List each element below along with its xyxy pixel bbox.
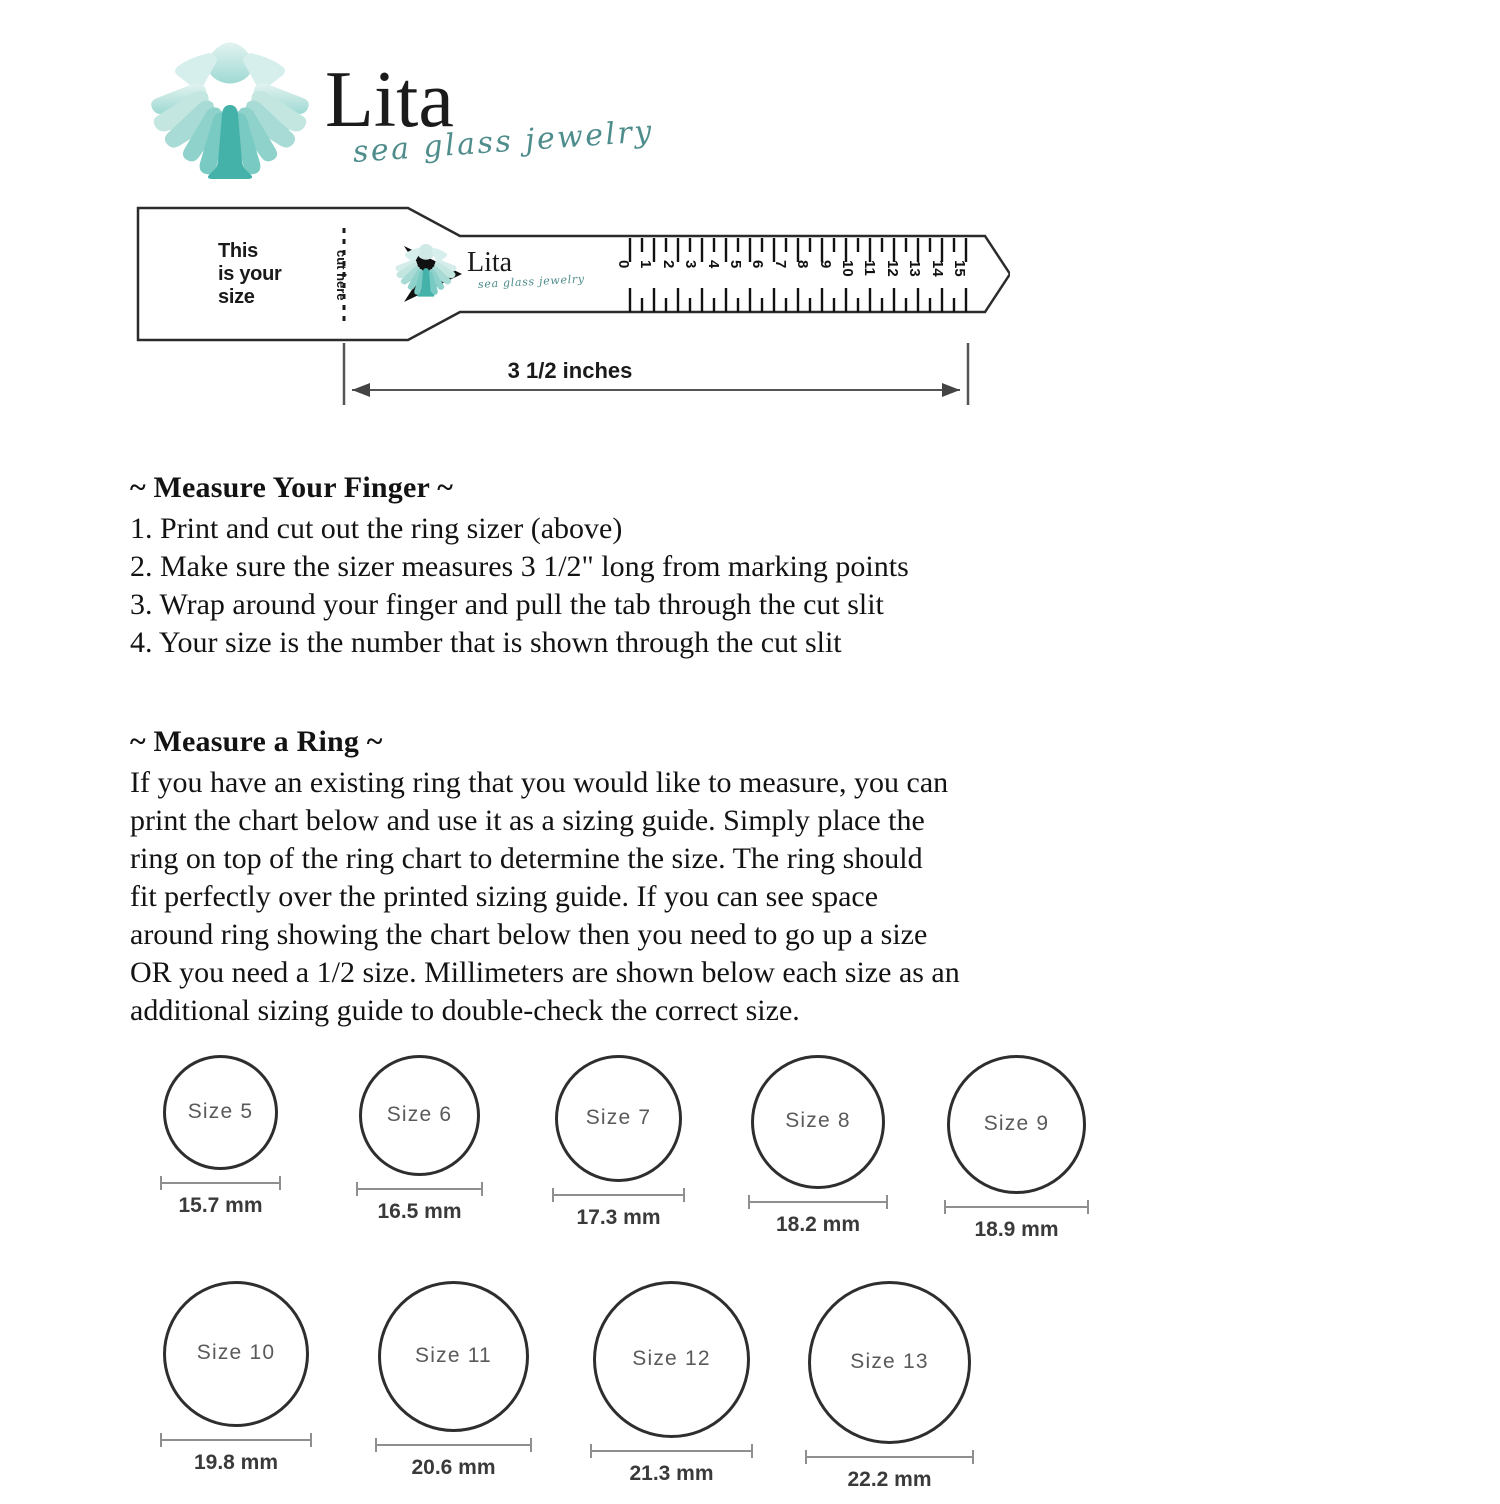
sizer-tab-line-3: size <box>218 286 255 308</box>
ruler-number: 0 <box>615 260 632 269</box>
ruler-number: 15 <box>951 260 968 277</box>
ring-size-item: Size 5 15.7 mm <box>155 1055 286 1230</box>
instruction-step: 2. Make sure the sizer measures 3 1/2" l… <box>130 550 909 583</box>
ring-size-item: Size 10 19.8 mm <box>155 1281 317 1487</box>
body-line: additional sizing guide to double-check … <box>130 994 800 1027</box>
ring-size-item: Size 9 18.9 mm <box>939 1055 1094 1254</box>
ring-dimension-bar <box>552 1188 685 1202</box>
body-line: OR you need a 1/2 size. Millimeters are … <box>130 956 960 989</box>
brand-logo-block: Lita sea glass jewelry <box>150 35 670 200</box>
ring-size-item: Size 12 21.3 mm <box>585 1281 758 1498</box>
ring-diameter-mm: 22.2 mm <box>847 1468 932 1491</box>
dimension-line <box>375 1444 532 1446</box>
ring-size-label: Size 11 <box>415 1344 492 1367</box>
ruler-number: 7 <box>771 260 789 269</box>
dimension-cap-right <box>310 1433 312 1447</box>
sizer-tab-line-2: is your <box>218 263 282 285</box>
ruler-number: 11 <box>861 260 879 276</box>
ring-size-label: Size 12 <box>632 1347 711 1370</box>
ruler-number: 3 <box>682 260 700 269</box>
brand-wordmark: Lita sea glass jewelry <box>325 57 665 197</box>
ring-sizer-diagram: This is your size cut here Lita sea glas… <box>130 200 1010 415</box>
ring-dimension-bar <box>356 1182 483 1196</box>
ruler-number: 14 <box>928 260 946 277</box>
section-heading: ~ Measure a Ring ~ <box>130 725 383 758</box>
dimension-cap-right <box>972 1450 974 1464</box>
dimension-cap-right <box>481 1182 483 1196</box>
body-line: around ring showing the chart below then… <box>130 918 928 951</box>
ring-size-item: Size 13 22.2 mm <box>800 1281 979 1504</box>
ring-size-item: Size 7 17.3 mm <box>547 1055 690 1242</box>
ruler-number: 4 <box>704 260 722 269</box>
ruler-number: 12 <box>883 260 901 277</box>
ring-dimension-bar <box>944 1200 1089 1214</box>
ring-size-label: Size 5 <box>187 1100 254 1123</box>
dimension-cap-right <box>1087 1200 1089 1214</box>
ring-diameter-mm: 15.7 mm <box>178 1194 263 1217</box>
ring-dimension-bar <box>805 1450 974 1464</box>
ring-diameter-mm: 17.3 mm <box>576 1206 661 1229</box>
ring-size-label: Size 10 <box>196 1341 276 1364</box>
ring-size-label: Size 7 <box>585 1106 652 1129</box>
body-line: fit perfectly over the printed sizing gu… <box>130 880 879 913</box>
ring-size-label: Size 6 <box>386 1103 453 1126</box>
section-measure-a-ring: ~ Measure a Ring ~ If you have an existi… <box>130 722 1090 1030</box>
ring-diameter-mm: 18.2 mm <box>775 1213 861 1236</box>
dimension-line <box>748 1201 888 1203</box>
sizer-tab-line-1: This <box>218 240 258 262</box>
cut-here-label: cut here <box>334 250 349 301</box>
section-measure-your-finger: ~ Measure Your Finger ~ 1. Print and cut… <box>130 468 1090 662</box>
ruler-number: 6 <box>749 260 767 269</box>
dimension-line <box>805 1456 974 1458</box>
ruler-number: 2 <box>659 260 677 269</box>
scallop-shell-icon <box>150 35 310 185</box>
ring-size-label: Size 9 <box>983 1112 1050 1135</box>
ring-diameter-mm: 19.8 mm <box>193 1451 279 1474</box>
scallop-shell-icon-small <box>395 241 457 299</box>
section-heading: ~ Measure Your Finger ~ <box>130 471 453 504</box>
sizer-brand-name: Lita <box>467 247 513 278</box>
sizer-tab-instruction: This is your size <box>218 240 282 309</box>
ruler-number: 8 <box>794 260 812 269</box>
instruction-step: 1. Print and cut out the ring sizer (abo… <box>130 512 623 545</box>
instruction-step: 4. Your size is the number that is shown… <box>130 626 842 659</box>
body-line: If you have an existing ring that you wo… <box>130 766 949 799</box>
ring-dimension-bar <box>160 1176 281 1190</box>
ruler-number: 10 <box>839 260 856 277</box>
dimension-cap-right <box>683 1188 685 1202</box>
dimension-cap-right <box>279 1176 281 1190</box>
ring-dimension-bar <box>160 1433 312 1447</box>
ring-diameter-mm: 16.5 mm <box>377 1200 462 1223</box>
dimension-line <box>944 1206 1089 1208</box>
ring-dimension-bar <box>748 1195 888 1209</box>
dimension-line <box>590 1450 753 1452</box>
dimension-cap-right <box>530 1438 532 1452</box>
sizer-length-label: 3 1/2 inches <box>507 358 633 383</box>
ring-size-label: Size 8 <box>785 1109 851 1132</box>
ring-size-label: Size 13 <box>850 1350 929 1373</box>
ring-size-item: Size 8 18.2 mm <box>743 1055 893 1249</box>
dimension-cap-right <box>751 1444 753 1458</box>
ring-dimension-bar <box>590 1444 753 1458</box>
ruler-number: 13 <box>906 260 924 277</box>
instruction-step: 3. Wrap around your finger and pull the … <box>130 588 884 621</box>
ring-diameter-mm: 18.9 mm <box>974 1218 1059 1241</box>
ring-size-item: Size 11 20.6 mm <box>370 1281 537 1492</box>
dimension-cap-right <box>886 1195 888 1209</box>
dimension-line <box>356 1188 483 1190</box>
dimension-line <box>160 1439 312 1441</box>
ring-size-chart: Size 5 15.7 mm Size 6 16.5 mm Size 7 17.3 mm S… <box>0 1045 1500 1495</box>
dimension-line <box>160 1182 281 1184</box>
ruler-number: 5 <box>727 260 744 269</box>
dimension-line <box>552 1194 685 1196</box>
ruler-number: 1 <box>637 260 655 269</box>
ring-dimension-bar <box>375 1438 532 1452</box>
ring-diameter-mm: 20.6 mm <box>411 1456 496 1479</box>
ruler-number: 9 <box>816 260 834 269</box>
body-line: print the chart below and use it as a si… <box>130 804 925 837</box>
body-line: ring on top of the ring chart to determi… <box>130 842 923 875</box>
ring-diameter-mm: 21.3 mm <box>629 1462 714 1485</box>
ring-size-item: Size 6 16.5 mm <box>351 1055 488 1236</box>
